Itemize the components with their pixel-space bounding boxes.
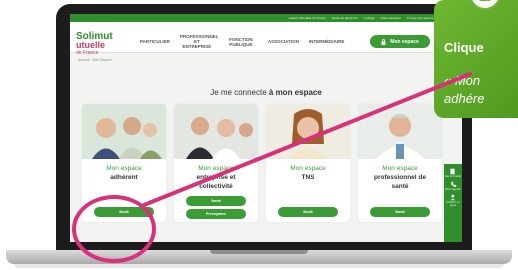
- logo-text-sub: de France: [76, 50, 99, 56]
- card-title-line2: entreprise et: [196, 174, 236, 181]
- card-tns: Mon espace TNS Santé: [266, 104, 350, 222]
- card-title-line3: santé: [391, 183, 409, 190]
- prevoyance-button-entreprise[interactable]: Prévoyance: [186, 209, 246, 219]
- main-navbar: Solimut utuelle de France PARTICULIER PR…: [70, 22, 462, 56]
- side-quick-tabs: Devis Gratuit Être rappelé Adhérer en li…: [444, 164, 462, 242]
- top-link[interactable]: Libérez Mutualité de France: [288, 14, 325, 22]
- heading-bold: à mon espace: [268, 88, 322, 97]
- card-title-line1: Mon espace: [382, 165, 418, 172]
- sidetab-devis-label: Devis Gratuit: [444, 174, 462, 178]
- top-link[interactable]: Trouver une agence: [407, 14, 434, 22]
- logo-text-mid: utuelle: [76, 40, 106, 50]
- doctor-photo-icon: [358, 104, 442, 159]
- sante-button-tns[interactable]: Santé: [278, 207, 338, 217]
- card-title-line1: Mon espace: [106, 165, 142, 172]
- card-professionnel-sante: Mon espace professionnel de santé Santé: [358, 104, 442, 222]
- card-title-professionnel: Mon espace professionnel de santé: [358, 164, 442, 191]
- laptop-shadow: [14, 264, 504, 268]
- card-title-tns: Mon espace TNS: [266, 164, 350, 182]
- top-link[interactable]: Lettrage: [364, 14, 375, 22]
- card-title-entreprise: Mon espace entreprise et collectivité: [174, 164, 258, 191]
- card-photo-tns: [266, 104, 350, 159]
- card-title-line1: Mon espace: [198, 165, 234, 172]
- top-link[interactable]: Nous contacter: [381, 14, 401, 22]
- callout-text: « Mon adhére: [444, 72, 484, 108]
- business-people-photo-icon: [174, 104, 258, 159]
- laptop-notch: [210, 250, 308, 254]
- card-photo-adherent: [82, 104, 166, 159]
- primary-nav: PARTICULIER PROFESSIONNEL ET ENTREPRISE …: [140, 34, 344, 49]
- top-link[interactable]: Accès de démontré: [332, 14, 358, 22]
- sante-button-professionnel[interactable]: Santé: [370, 207, 430, 217]
- nav-item-fonction-publique[interactable]: FONCTION PUBLIQUE: [224, 37, 258, 47]
- nav-item-association[interactable]: ASSOCIATION: [268, 39, 299, 44]
- solimut-logo[interactable]: Solimut utuelle de France: [76, 32, 113, 57]
- nav-item-intermediaire[interactable]: INTERMÉDIAIRE: [309, 39, 345, 44]
- mon-espace-label: Mon espace: [390, 38, 419, 45]
- page-heading: Je me connecte à mon espace: [70, 88, 462, 97]
- callout-text-line2: adhére: [444, 91, 485, 106]
- sidetab-rappel-label: Être rappelé: [445, 187, 461, 191]
- sidetab-rappel[interactable]: Être rappelé: [445, 181, 461, 191]
- mon-espace-button[interactable]: Mon espace: [370, 35, 430, 48]
- lock-icon: [381, 38, 386, 45]
- sidetab-devis[interactable]: Devis Gratuit: [445, 168, 461, 178]
- card-title-line2: professionnel de: [373, 174, 426, 181]
- heading-prefix: Je me connecte: [210, 88, 269, 97]
- card-title-line1: Mon espace: [290, 165, 326, 172]
- callout-text-line1: « Mon: [444, 73, 481, 88]
- card-title-line2: TNS: [301, 174, 315, 181]
- card-photo-professionnel: [358, 104, 442, 159]
- people-photo-icon: [82, 104, 166, 159]
- card-title-line2: adhérent: [110, 174, 138, 181]
- card-photo-entreprise: [174, 104, 258, 159]
- sidetab-adherer[interactable]: Adhérer en ligne: [444, 194, 462, 207]
- nav-item-professionnel[interactable]: PROFESSIONNEL ET ENTREPRISE: [180, 34, 219, 49]
- nav-item-particulier[interactable]: PARTICULIER: [140, 39, 170, 44]
- card-entreprise: Mon espace entreprise et collectivité Sa…: [174, 104, 258, 222]
- sidetab-adherer-label: Adhérer en ligne: [446, 200, 460, 207]
- card-title-line3: collectivité: [199, 183, 233, 190]
- card-title-adherent: Mon espace adhérent: [82, 164, 166, 182]
- highlight-circle: [72, 195, 156, 263]
- woman-photo-icon: [266, 104, 350, 159]
- breadcrumb: Accueil · Mon Espace: [78, 58, 112, 62]
- callout-title: Clique: [444, 40, 484, 55]
- sante-button-entreprise[interactable]: Santé: [186, 196, 246, 206]
